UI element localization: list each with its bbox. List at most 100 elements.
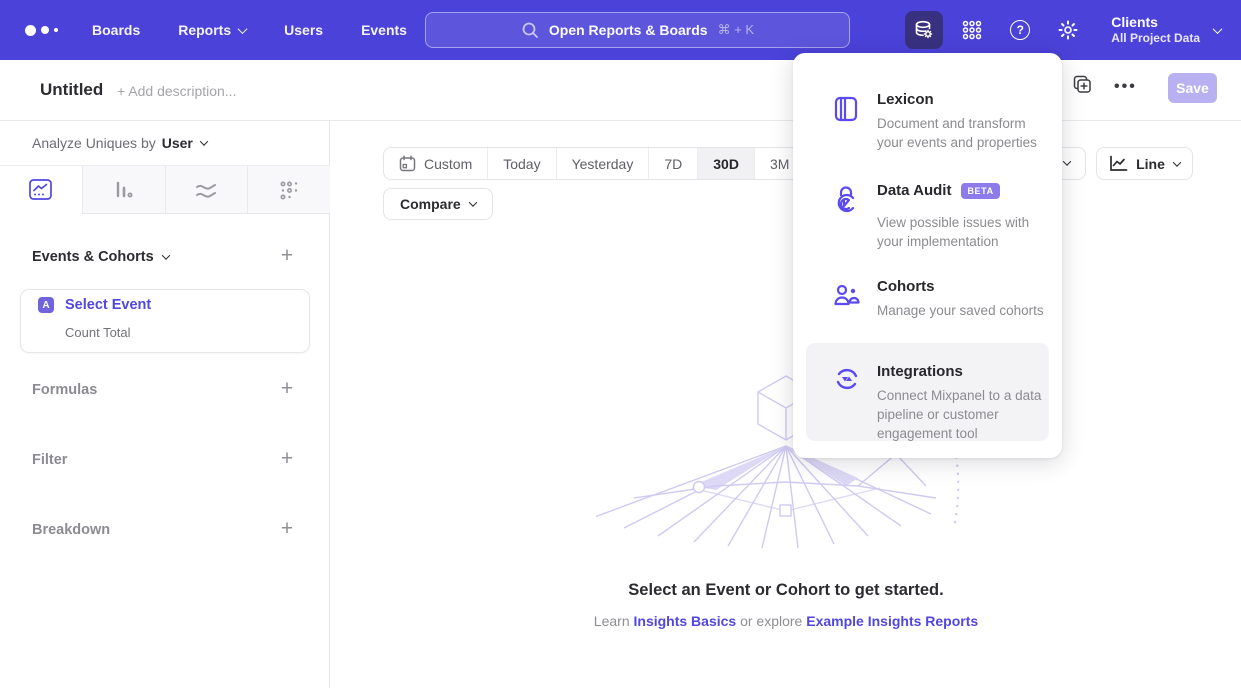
menu-item-description: View possible issues with your implement… bbox=[877, 214, 1055, 252]
bar-chart-tab[interactable] bbox=[83, 166, 166, 214]
insights-basics-link[interactable]: Insights Basics bbox=[634, 613, 737, 629]
breakdown-section-label: Breakdown bbox=[32, 522, 110, 538]
bar-chart-icon bbox=[113, 179, 135, 201]
project-name: All Project Data bbox=[1111, 31, 1200, 46]
menu-item-title: Data Audit bbox=[877, 182, 951, 199]
example-reports-link[interactable]: Example Insights Reports bbox=[806, 613, 978, 629]
help-button[interactable]: ? bbox=[1001, 11, 1039, 49]
menu-item-description: Manage your saved cohorts bbox=[877, 302, 1055, 321]
analyze-value-dropdown[interactable]: User bbox=[162, 135, 207, 151]
date-range-label: Yesterday bbox=[572, 156, 634, 172]
menu-item-title: Lexicon bbox=[877, 91, 934, 108]
menu-item-data-audit[interactable]: Data Audit BETA View possible issues wit… bbox=[806, 182, 1049, 262]
menu-item-description: Document and transform your events and p… bbox=[877, 115, 1055, 153]
help-icon: ? bbox=[1010, 20, 1030, 40]
add-filter-button[interactable]: + bbox=[278, 451, 296, 469]
menu-item-description: Connect Mixpanel to a data pipeline or c… bbox=[877, 387, 1055, 444]
learn-prefix: Learn bbox=[594, 613, 634, 629]
chevron-down-icon bbox=[200, 137, 208, 145]
date-range-custom[interactable]: Custom bbox=[384, 148, 488, 179]
event-row-card[interactable]: A Select Event Count Total bbox=[20, 289, 310, 353]
date-range-label: Today bbox=[503, 156, 540, 172]
middle-text: or explore bbox=[736, 613, 806, 629]
more-options-button[interactable]: ••• bbox=[1114, 78, 1137, 96]
nav-item-users[interactable]: Users bbox=[284, 22, 323, 38]
analyze-label: Analyze Uniques by bbox=[32, 135, 156, 151]
add-description-field[interactable]: + Add description... bbox=[117, 83, 236, 99]
events-cohorts-header[interactable]: Events & Cohorts bbox=[32, 249, 169, 265]
search-placeholder: Open Reports & Boards bbox=[549, 22, 708, 38]
data-management-button[interactable] bbox=[905, 11, 943, 49]
mixpanel-dots-logo[interactable] bbox=[25, 25, 58, 36]
events-cohorts-label: Events & Cohorts bbox=[32, 249, 154, 265]
settings-gear-icon bbox=[1057, 19, 1079, 41]
event-letter-badge: A bbox=[38, 297, 54, 313]
cohorts-people-icon bbox=[833, 282, 861, 308]
integrations-sync-icon bbox=[833, 365, 861, 393]
compare-label: Compare bbox=[400, 196, 461, 212]
duplicate-icon bbox=[1072, 75, 1092, 95]
compare-button[interactable]: Compare bbox=[383, 188, 493, 220]
select-event-button[interactable]: Select Event bbox=[65, 297, 151, 313]
date-range-yesterday[interactable]: Yesterday bbox=[557, 148, 650, 179]
menu-item-title: Cohorts bbox=[877, 278, 935, 295]
analyze-uniques-row: Analyze Uniques by User bbox=[32, 135, 207, 151]
top-nav: Boards Reports Users Events Open Reports… bbox=[0, 0, 1241, 60]
calendar-icon bbox=[399, 155, 416, 172]
date-range-label: 7D bbox=[664, 156, 682, 172]
apps-grid-button[interactable] bbox=[953, 11, 991, 49]
settings-button[interactable] bbox=[1049, 11, 1087, 49]
add-breakdown-button[interactable]: + bbox=[278, 521, 296, 539]
menu-item-integrations[interactable]: Integrations Connect Mixpanel to a data … bbox=[806, 343, 1049, 441]
nav-item-label: Boards bbox=[92, 22, 140, 38]
line-chart-tab[interactable] bbox=[0, 166, 83, 214]
save-button[interactable]: Save bbox=[1168, 73, 1217, 103]
grid-chart-icon bbox=[278, 179, 300, 201]
chevron-down-icon bbox=[238, 24, 248, 34]
global-search-input[interactable]: Open Reports & Boards ⌘ + K bbox=[425, 12, 850, 48]
menu-item-cohorts[interactable]: Cohorts Manage your saved cohorts bbox=[806, 278, 1049, 330]
event-metric-dropdown[interactable]: Count Total bbox=[65, 325, 131, 340]
nav-item-events[interactable]: Events bbox=[361, 22, 407, 38]
grid-chart-tab[interactable] bbox=[248, 166, 330, 214]
line-chart-mini-icon bbox=[1109, 155, 1128, 172]
lexicon-book-icon bbox=[833, 95, 859, 123]
line-chart-icon bbox=[29, 179, 52, 200]
nav-item-label: Reports bbox=[178, 22, 231, 38]
duplicate-button[interactable] bbox=[1072, 75, 1092, 95]
add-formula-button[interactable]: + bbox=[278, 381, 296, 399]
flow-chart-tab[interactable] bbox=[166, 166, 249, 214]
more-ellipsis-icon: ••• bbox=[1114, 78, 1137, 95]
analyze-value: User bbox=[162, 135, 193, 151]
search-shortcut: ⌘ + K bbox=[718, 22, 755, 38]
date-range-today[interactable]: Today bbox=[488, 148, 556, 179]
chevron-down-icon bbox=[468, 198, 476, 206]
empty-state-subtext: Learn Insights Basics or explore Example… bbox=[331, 613, 1241, 629]
formulas-section-label: Formulas bbox=[32, 382, 97, 398]
query-builder-sidebar: Analyze Uniques by User bbox=[0, 121, 330, 688]
data-audit-icon bbox=[833, 186, 859, 216]
beta-badge: BETA bbox=[961, 183, 999, 199]
nav-item-label: Events bbox=[361, 22, 407, 38]
add-event-button[interactable]: + bbox=[278, 248, 296, 266]
project-switcher[interactable]: Clients All Project Data bbox=[1111, 14, 1221, 46]
flow-chart-icon bbox=[194, 180, 218, 200]
nav-item-label: Users bbox=[284, 22, 323, 38]
nav-item-boards[interactable]: Boards bbox=[92, 22, 140, 38]
chart-type-tabs bbox=[0, 165, 330, 214]
date-range-7d[interactable]: 7D bbox=[649, 148, 698, 179]
chart-type-label: Line bbox=[1136, 156, 1165, 172]
apps-grid-icon bbox=[961, 19, 983, 41]
data-management-icon bbox=[913, 19, 935, 41]
menu-item-lexicon[interactable]: Lexicon Document and transform your even… bbox=[806, 91, 1049, 163]
date-range-label: Custom bbox=[424, 156, 472, 172]
report-title[interactable]: Untitled bbox=[40, 80, 103, 100]
chevron-down-icon bbox=[1063, 157, 1071, 165]
chevron-down-icon bbox=[1173, 158, 1181, 166]
date-range-label: 30D bbox=[713, 156, 739, 172]
org-name: Clients bbox=[1111, 14, 1200, 31]
chart-type-dropdown[interactable]: Line bbox=[1096, 147, 1193, 180]
empty-state-heading: Select an Event or Cohort to get started… bbox=[331, 581, 1241, 600]
nav-item-reports[interactable]: Reports bbox=[178, 22, 246, 38]
date-range-30d[interactable]: 30D bbox=[698, 148, 755, 179]
